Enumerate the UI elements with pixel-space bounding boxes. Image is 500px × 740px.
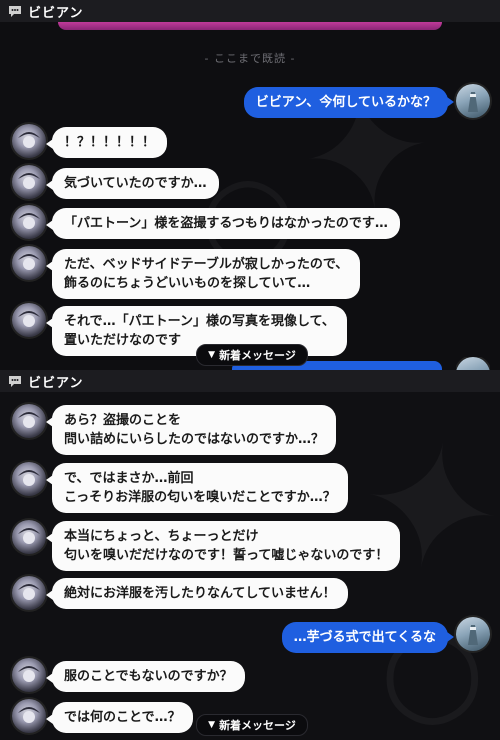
contact-name: ビビアン: [28, 375, 84, 391]
npc-avatar[interactable]: [12, 699, 46, 733]
npc-avatar-icon: [18, 584, 40, 600]
npc-message: 気づいていたのですか…: [46, 168, 219, 199]
npc-message: あら？盗撮のことを 問い詰めにいらしたのではないのですか…？: [45, 405, 337, 455]
player-avatar-peek: [456, 357, 490, 370]
npc-message: 絶対にお洋服を汚したりなんてしていません！: [46, 578, 348, 609]
npc-avatar[interactable]: [12, 124, 46, 158]
media-strip[interactable]: [58, 22, 442, 30]
npc-avatar[interactable]: [12, 404, 46, 438]
npc-avatar[interactable]: [12, 205, 46, 239]
new-messages-label: 新着メッセージ: [219, 719, 296, 732]
npc-message: 本当にちょっと、ちょーっとだけ 匂いを嗅いだだけなのです！誓って嘘じゃないのです…: [45, 521, 401, 571]
npc-avatar-icon: [18, 412, 40, 428]
arrow-down-icon: ▼: [208, 350, 216, 360]
new-messages-button[interactable]: ▼ 新着メッセージ: [196, 344, 308, 366]
chat-header: ビビアン: [0, 370, 500, 392]
npc-message: ただ、ベッドサイドテーブルが寂しかったので、 飾るのにちょうどいいものを探してい…: [45, 249, 361, 299]
npc-message: で、ではまさか…前回 こっそりお洋服の匂いを嗅いだことですか…？: [46, 463, 348, 513]
npc-avatar-icon: [18, 528, 40, 544]
contact-name: ビビアン: [28, 5, 84, 21]
player-avatar-icon: [468, 625, 478, 645]
npc-avatar-icon: [18, 254, 40, 270]
npc-avatar-icon: [18, 707, 40, 723]
npc-avatar-icon: [18, 311, 40, 327]
npc-avatar-icon: [18, 470, 40, 486]
new-messages-button[interactable]: ▼ 新着メッセージ: [196, 714, 308, 736]
npc-avatar[interactable]: [12, 246, 46, 280]
arrow-down-icon: ▼: [208, 720, 216, 730]
player-avatar[interactable]: [456, 617, 490, 651]
npc-avatar[interactable]: [12, 658, 46, 692]
player-avatar-icon: [468, 92, 478, 112]
npc-message: 「パエトーン」様を盗撮するつもりはなかったのです…: [46, 208, 400, 239]
chat-header: ビビアン: [0, 0, 500, 22]
npc-message: ！？！！！！！: [45, 127, 168, 158]
npc-avatar[interactable]: [12, 520, 46, 554]
npc-avatar[interactable]: [12, 576, 46, 610]
npc-avatar-icon: [18, 173, 40, 189]
npc-message: では何のことで…？: [46, 702, 193, 733]
npc-avatar[interactable]: [12, 462, 46, 496]
new-messages-label: 新着メッセージ: [219, 349, 296, 362]
chat-bubble-icon: [9, 6, 21, 17]
npc-avatar-icon: [18, 666, 40, 682]
npc-avatar-icon: [18, 132, 40, 148]
chat-bubble-icon: [9, 376, 21, 387]
npc-avatar-icon: [18, 213, 40, 229]
player-message: ビビアン、今何しているかな？: [243, 87, 455, 118]
npc-message: 服のことでもないのですか？: [46, 661, 245, 692]
read-marker: - ここまで既読 -: [204, 52, 296, 65]
chat-panel-bottom: ✦ ○ ビビアン あら？盗撮のことを 問い詰めにいらしたのではないのですか…？ …: [0, 370, 500, 740]
player-avatar[interactable]: [456, 84, 490, 118]
player-message: …芋づる式で出てくるな: [281, 622, 455, 653]
npc-avatar[interactable]: [12, 303, 46, 337]
npc-avatar[interactable]: [12, 165, 46, 199]
chat-panel-top: ✦ ○ ビビアン - ここまで既読 - ビビアン、今何しているかな？ ！？！！！…: [0, 0, 500, 370]
